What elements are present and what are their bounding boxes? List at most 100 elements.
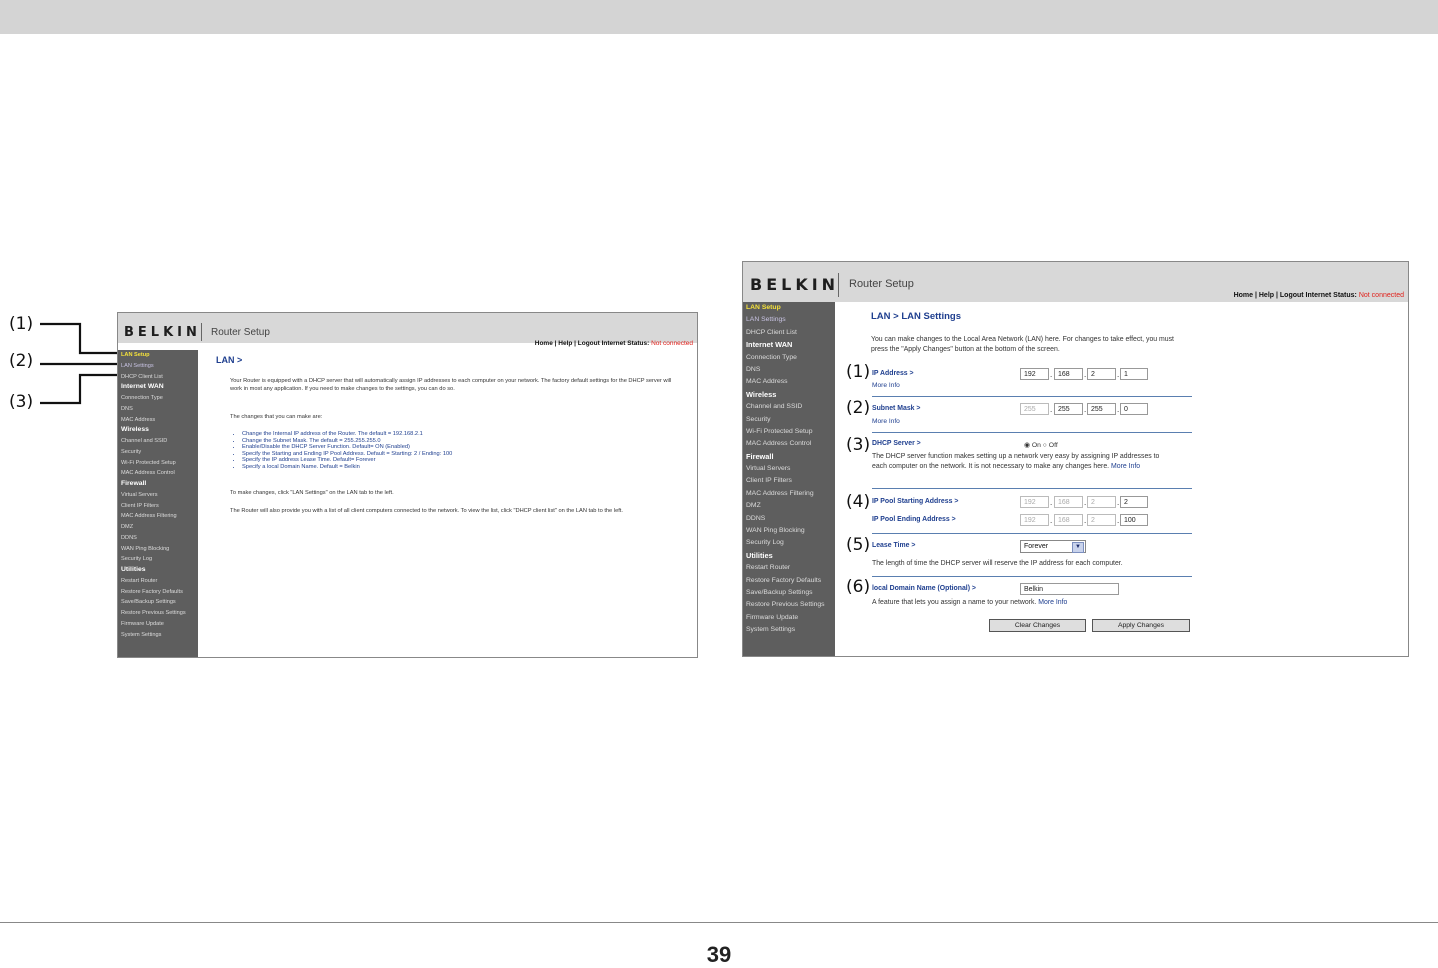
more-info-link[interactable]: More Info: [1038, 599, 1067, 606]
header-divider: [201, 323, 202, 341]
list-item: Enable/Disable the DHCP Server Function.…: [242, 444, 452, 451]
list-item: Specify a local Domain Name. Default = B…: [242, 464, 452, 471]
client-list-text: The Router will also provide you with a …: [230, 508, 623, 514]
lease-description: The length of time the DHCP server will …: [872, 560, 1123, 567]
sidebar-item[interactable]: Security: [743, 414, 835, 426]
domain-name-label: local Domain Name (Optional) >: [872, 585, 976, 592]
sidebar-item[interactable]: MAC Address Filtering: [743, 488, 835, 500]
sidebar-item[interactable]: WAN Ping Blocking: [743, 525, 835, 537]
sidebar-item[interactable]: Security: [118, 447, 198, 458]
ip-dot: .: [1050, 498, 1053, 507]
sidebar-item[interactable]: Connection Type: [743, 352, 835, 364]
ip-dot: .: [1117, 516, 1120, 525]
sidebar-item[interactable]: Virtual Servers: [743, 463, 835, 475]
sidebar-item[interactable]: LAN Settings: [743, 314, 835, 326]
ip-dot: .: [1050, 370, 1053, 379]
sidebar-item[interactable]: Channel and SSID: [743, 401, 835, 413]
sidebar-item: Internet WAN: [121, 383, 164, 391]
sidebar-item[interactable]: Restore Factory Defaults: [118, 587, 198, 598]
sidebar-item[interactable]: Connection Type: [118, 393, 198, 404]
sidebar-item[interactable]: LAN Setup: [743, 302, 835, 314]
pool-start-label: IP Pool Starting Address >: [872, 498, 959, 505]
ip-dot: .: [1084, 498, 1087, 507]
subnet-mask-label: Subnet Mask >: [872, 405, 921, 412]
sidebar-item[interactable]: DNS: [118, 404, 198, 415]
sidebar-item[interactable]: DHCP Client List: [743, 327, 835, 339]
sidebar-item[interactable]: Restore Previous Settings: [118, 608, 198, 619]
ip-dot: .: [1117, 405, 1120, 414]
sidebar-item[interactable]: Restore Previous Settings: [743, 599, 835, 611]
sidebar-item[interactable]: Firmware Update: [118, 619, 198, 630]
sidebar-item[interactable]: LAN Settings: [118, 361, 198, 372]
ip-octet-1[interactable]: 192: [1020, 368, 1049, 380]
ip-octet-2[interactable]: 168: [1054, 368, 1083, 380]
domain-name-input[interactable]: Belkin: [1020, 583, 1119, 595]
page-title: LAN > LAN Settings: [871, 311, 961, 322]
radio-on-icon[interactable]: ◉: [1024, 442, 1030, 449]
radio-off-icon[interactable]: ○: [1043, 442, 1047, 449]
pool-end-octet-4[interactable]: 100: [1120, 514, 1148, 526]
sidebar-item[interactable]: Client IP Filters: [118, 501, 198, 512]
sidebar-item[interactable]: DHCP Client List: [118, 372, 198, 383]
sidebar-item[interactable]: Security Log: [743, 537, 835, 549]
sidebar-item[interactable]: DMZ: [743, 500, 835, 512]
product-name: Router Setup: [211, 327, 270, 338]
instructions-text: To make changes, click "LAN Settings" on…: [230, 490, 394, 496]
sidebar-item: Internet WAN: [746, 340, 793, 350]
sidebar-item: Utilities: [746, 550, 773, 560]
sidebar-item: Wireless: [746, 389, 777, 399]
sidebar-item[interactable]: Restore Factory Defaults: [743, 575, 835, 587]
top-nav-links[interactable]: Home | Help | Logout Internet Status:: [1234, 292, 1357, 299]
sidebar-item[interactable]: Save/Backup Settings: [743, 587, 835, 599]
sidebar-item[interactable]: DNS: [743, 364, 835, 376]
clear-changes-button[interactable]: Clear Changes: [989, 619, 1086, 632]
more-info-link[interactable]: More Info: [872, 382, 900, 389]
sidebar-item[interactable]: Channel and SSID: [118, 436, 198, 447]
ip-dot: .: [1050, 516, 1053, 525]
sidebar-item[interactable]: Restart Router: [118, 576, 198, 587]
section-divider: [872, 576, 1192, 577]
sidebar-item[interactable]: Security Log: [118, 554, 198, 565]
sidebar-item[interactable]: MAC Address Control: [118, 468, 198, 479]
subnet-octet-3[interactable]: 255: [1087, 403, 1116, 415]
sidebar-item[interactable]: Restart Router: [743, 562, 835, 574]
lan-overview-screenshot: BELKIN Router Setup Home | Help | Logout…: [117, 312, 698, 658]
callout-2: (2): [846, 398, 871, 418]
sidebar-item[interactable]: Firmware Update: [743, 612, 835, 624]
lease-time-select[interactable]: Forever ▼: [1020, 540, 1086, 553]
sidebar-item[interactable]: DDNS: [118, 533, 198, 544]
chevron-down-icon[interactable]: ▼: [1072, 542, 1084, 553]
dhcp-on-label: On: [1031, 442, 1041, 449]
sidebar-item[interactable]: Wi-Fi Protected Setup: [118, 458, 198, 469]
domain-description: A feature that lets you assign a name to…: [872, 598, 1192, 608]
lease-time-label: Lease Time >: [872, 542, 916, 549]
sidebar-item[interactable]: LAN Setup: [118, 350, 198, 361]
sidebar-item[interactable]: Wi-Fi Protected Setup: [743, 426, 835, 438]
sidebar-item[interactable]: DDNS: [743, 513, 835, 525]
domain-description-text: A feature that lets you assign a name to…: [872, 599, 1037, 606]
sidebar-item[interactable]: DMZ: [118, 522, 198, 533]
ip-octet-4[interactable]: 1: [1120, 368, 1148, 380]
sidebar-item[interactable]: MAC Address Filtering: [118, 511, 198, 522]
more-info-link[interactable]: More Info: [872, 418, 900, 425]
internet-status: Not connected: [1358, 292, 1404, 299]
sidebar-item[interactable]: WAN Ping Blocking: [118, 544, 198, 555]
ip-address-label: IP Address >: [872, 370, 914, 377]
top-nav-links[interactable]: Home | Help | Logout Internet Status:: [535, 340, 650, 347]
sidebar-item[interactable]: Client IP Filters: [743, 475, 835, 487]
pool-start-octet-4[interactable]: 2: [1120, 496, 1148, 508]
sidebar-item[interactable]: MAC Address Control: [743, 438, 835, 450]
subnet-octet-2[interactable]: 255: [1054, 403, 1083, 415]
sidebar-item[interactable]: MAC Address: [743, 376, 835, 388]
sidebar-item[interactable]: System Settings: [743, 624, 835, 636]
sidebar-item[interactable]: Virtual Servers: [118, 490, 198, 501]
sidebar-item[interactable]: Save/Backup Settings: [118, 597, 198, 608]
subnet-octet-4[interactable]: 0: [1120, 403, 1148, 415]
ip-dot: .: [1084, 370, 1087, 379]
apply-changes-button[interactable]: Apply Changes: [1092, 619, 1190, 632]
sidebar-item[interactable]: MAC Address: [118, 415, 198, 426]
intro-paragraph: You can make changes to the Local Area N…: [871, 336, 1174, 353]
more-info-link[interactable]: More Info: [1111, 463, 1140, 470]
ip-octet-3[interactable]: 2: [1087, 368, 1116, 380]
sidebar-item[interactable]: System Settings: [118, 630, 198, 641]
